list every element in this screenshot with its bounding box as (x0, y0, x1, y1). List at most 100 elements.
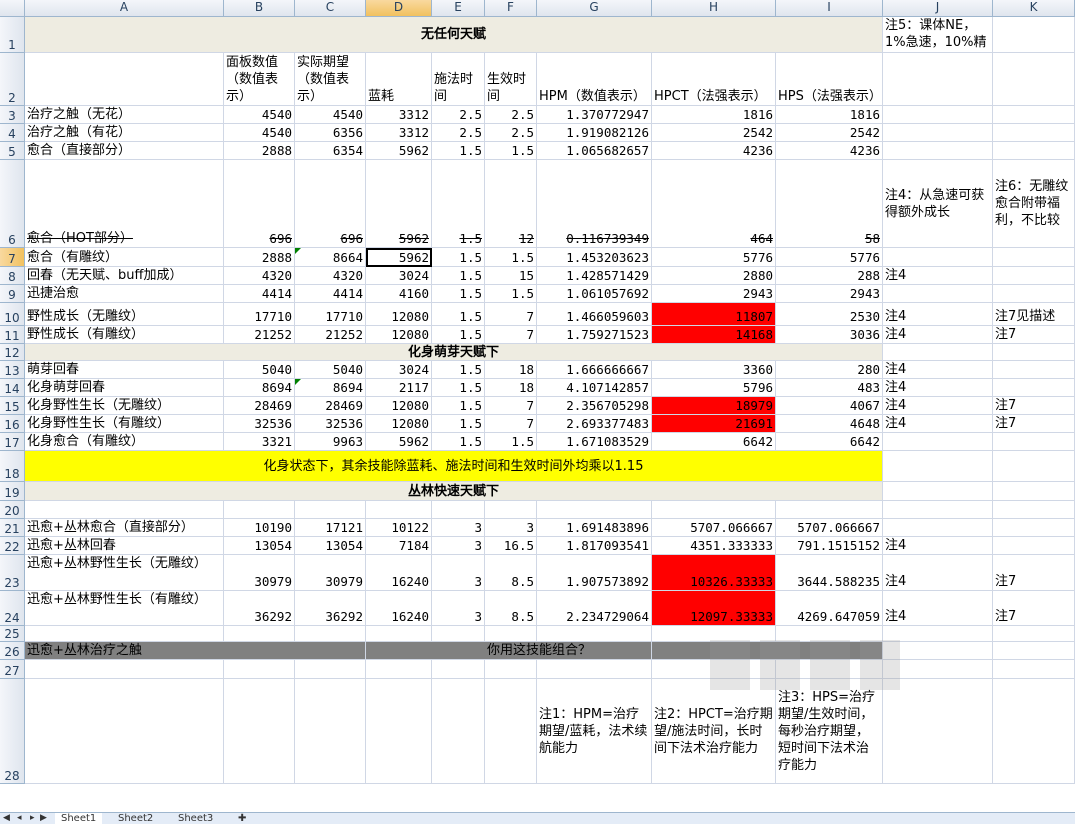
row-header-2[interactable]: 2 (0, 53, 25, 106)
cell-h10[interactable]: 11807 (652, 303, 776, 326)
cell-f10[interactable]: 7 (485, 303, 537, 326)
insert-sheet-icon[interactable]: ✚ (232, 813, 252, 824)
cell-f8[interactable]: 15 (485, 267, 537, 285)
note-j11[interactable]: 注4 (883, 326, 993, 344)
cell-g7[interactable]: 1.453203623 (537, 248, 652, 267)
cell-i24[interactable]: 4269.647059 (776, 591, 883, 626)
cell-d17[interactable]: 5962 (366, 433, 432, 451)
row-header-1[interactable]: 1 (0, 17, 25, 53)
cell-d7[interactable]: 5962 (366, 248, 432, 267)
note-k10[interactable]: 注7见描述 (993, 303, 1075, 326)
note-k23[interactable]: 注7 (993, 555, 1075, 591)
cell-i8[interactable]: 288 (776, 267, 883, 285)
row-header-11[interactable]: 11 (0, 326, 25, 344)
cell-f23[interactable]: 8.5 (485, 555, 537, 591)
cell-i3[interactable]: 1816 (776, 106, 883, 124)
cell-g14[interactable]: 4.107142857 (537, 379, 652, 397)
cell-c21[interactable]: 17121 (295, 519, 366, 537)
row-label-16[interactable]: 化身野性生长（有雕纹） (25, 415, 224, 433)
cell-f17[interactable]: 1.5 (485, 433, 537, 451)
row-label-9[interactable]: 迅捷治愈 (25, 285, 224, 303)
cell-d11[interactable]: 12080 (366, 326, 432, 344)
column-header-c[interactable]: C (295, 0, 366, 17)
cell-g4[interactable]: 1.919082126 (537, 124, 652, 142)
row-label-14[interactable]: 化身萌芽回春 (25, 379, 224, 397)
cell-h4[interactable]: 2542 (652, 124, 776, 142)
note-j6[interactable]: 注4：从急速可获得额外成长 (883, 160, 993, 248)
cell-i16[interactable]: 4648 (776, 415, 883, 433)
combo-label[interactable]: 迅愈+丛林治疗之触 (25, 642, 366, 660)
first-sheet-nav-icon[interactable]: ◀ (3, 813, 10, 824)
cell-e13[interactable]: 1.5 (432, 361, 485, 379)
row-header-23[interactable]: 23 (0, 555, 25, 591)
note-j15[interactable]: 注4 (883, 397, 993, 415)
cell-g21[interactable]: 1.691483896 (537, 519, 652, 537)
cell-e4[interactable]: 2.5 (432, 124, 485, 142)
row-header-5[interactable]: 5 (0, 142, 25, 160)
cell-c5[interactable]: 6354 (295, 142, 366, 160)
cell-g5[interactable]: 1.065682657 (537, 142, 652, 160)
cell-c15[interactable]: 28469 (295, 397, 366, 415)
next-sheet-nav-icon[interactable]: ▸ (30, 813, 35, 824)
row-header-10[interactable]: 10 (0, 303, 25, 326)
cell-i14[interactable]: 483 (776, 379, 883, 397)
cell-c23[interactable]: 30979 (295, 555, 366, 591)
column-header-i[interactable]: I (776, 0, 883, 17)
cell-g17[interactable]: 1.671083529 (537, 433, 652, 451)
cell-f21[interactable]: 3 (485, 519, 537, 537)
note-j22[interactable]: 注4 (883, 537, 993, 555)
cell-g16[interactable]: 2.693377483 (537, 415, 652, 433)
last-sheet-nav-icon[interactable]: ▶ (40, 813, 47, 824)
row-header-21[interactable]: 21 (0, 519, 25, 537)
cell-c3[interactable]: 4540 (295, 106, 366, 124)
note-j13[interactable]: 注4 (883, 361, 993, 379)
cell-c6[interactable]: 696 (295, 160, 366, 248)
cell-f24[interactable]: 8.5 (485, 591, 537, 626)
row-label-13[interactable]: 萌芽回春 (25, 361, 224, 379)
cell-f4[interactable]: 2.5 (485, 124, 537, 142)
row-label-24[interactable]: 迅愈+丛林野性生长（有雕纹） (25, 591, 224, 626)
cell-e16[interactable]: 1.5 (432, 415, 485, 433)
row-header-13[interactable]: 13 (0, 361, 25, 379)
column-label-e[interactable]: 施法时间 (432, 53, 485, 106)
cell-f11[interactable]: 7 (485, 326, 537, 344)
cell-e10[interactable]: 1.5 (432, 303, 485, 326)
cell-c16[interactable]: 32536 (295, 415, 366, 433)
row-header-15[interactable]: 15 (0, 397, 25, 415)
combo-question[interactable]: 你用这技能组合？ (485, 642, 652, 660)
cell-g24[interactable]: 2.234729064 (537, 591, 652, 626)
cell-d4[interactable]: 3312 (366, 124, 432, 142)
row-label-10[interactable]: 野性成长（无雕纹） (25, 303, 224, 326)
comment-indicator-icon[interactable] (295, 379, 301, 385)
cell-d9[interactable]: 4160 (366, 285, 432, 303)
cell-d16[interactable]: 12080 (366, 415, 432, 433)
cell-h15[interactable]: 18979 (652, 397, 776, 415)
cell-d15[interactable]: 12080 (366, 397, 432, 415)
cell-b17[interactable]: 3321 (224, 433, 295, 451)
cell-e24[interactable]: 3 (432, 591, 485, 626)
row-header-14[interactable]: 14 (0, 379, 25, 397)
footnote-g[interactable]: 注1：HPM=治疗期望/蓝耗，法术续航能力 (537, 679, 652, 784)
cell-c14[interactable]: 8694 (295, 379, 366, 397)
section-title-no-talent[interactable]: 无任何天赋 (25, 17, 883, 53)
row-header-22[interactable]: 22 (0, 537, 25, 555)
cell-e17[interactable]: 1.5 (432, 433, 485, 451)
column-label-c[interactable]: 实际期望（数值表示） (295, 53, 366, 106)
cell-i9[interactable]: 2943 (776, 285, 883, 303)
cell-b9[interactable]: 4414 (224, 285, 295, 303)
cell-h22[interactable]: 4351.333333 (652, 537, 776, 555)
row-header-26[interactable]: 26 (0, 642, 25, 660)
row-label-8[interactable]: 回春（无天赋、buff加成） (25, 267, 224, 285)
cell-h14[interactable]: 5796 (652, 379, 776, 397)
cell-i11[interactable]: 3036 (776, 326, 883, 344)
select-all-corner[interactable] (0, 0, 25, 17)
comment-indicator-icon[interactable] (295, 248, 301, 254)
cell-e14[interactable]: 1.5 (432, 379, 485, 397)
row-header-12[interactable]: 12 (0, 344, 25, 361)
cell-b11[interactable]: 21252 (224, 326, 295, 344)
sheet-tab-3[interactable]: Sheet3 (172, 813, 219, 824)
cell-g9[interactable]: 1.061057692 (537, 285, 652, 303)
cell-i6[interactable]: 58 (776, 160, 883, 248)
sheet-tab-2[interactable]: Sheet2 (112, 813, 159, 824)
row-label-23[interactable]: 迅愈+丛林野性生长（无雕纹） (25, 555, 224, 591)
